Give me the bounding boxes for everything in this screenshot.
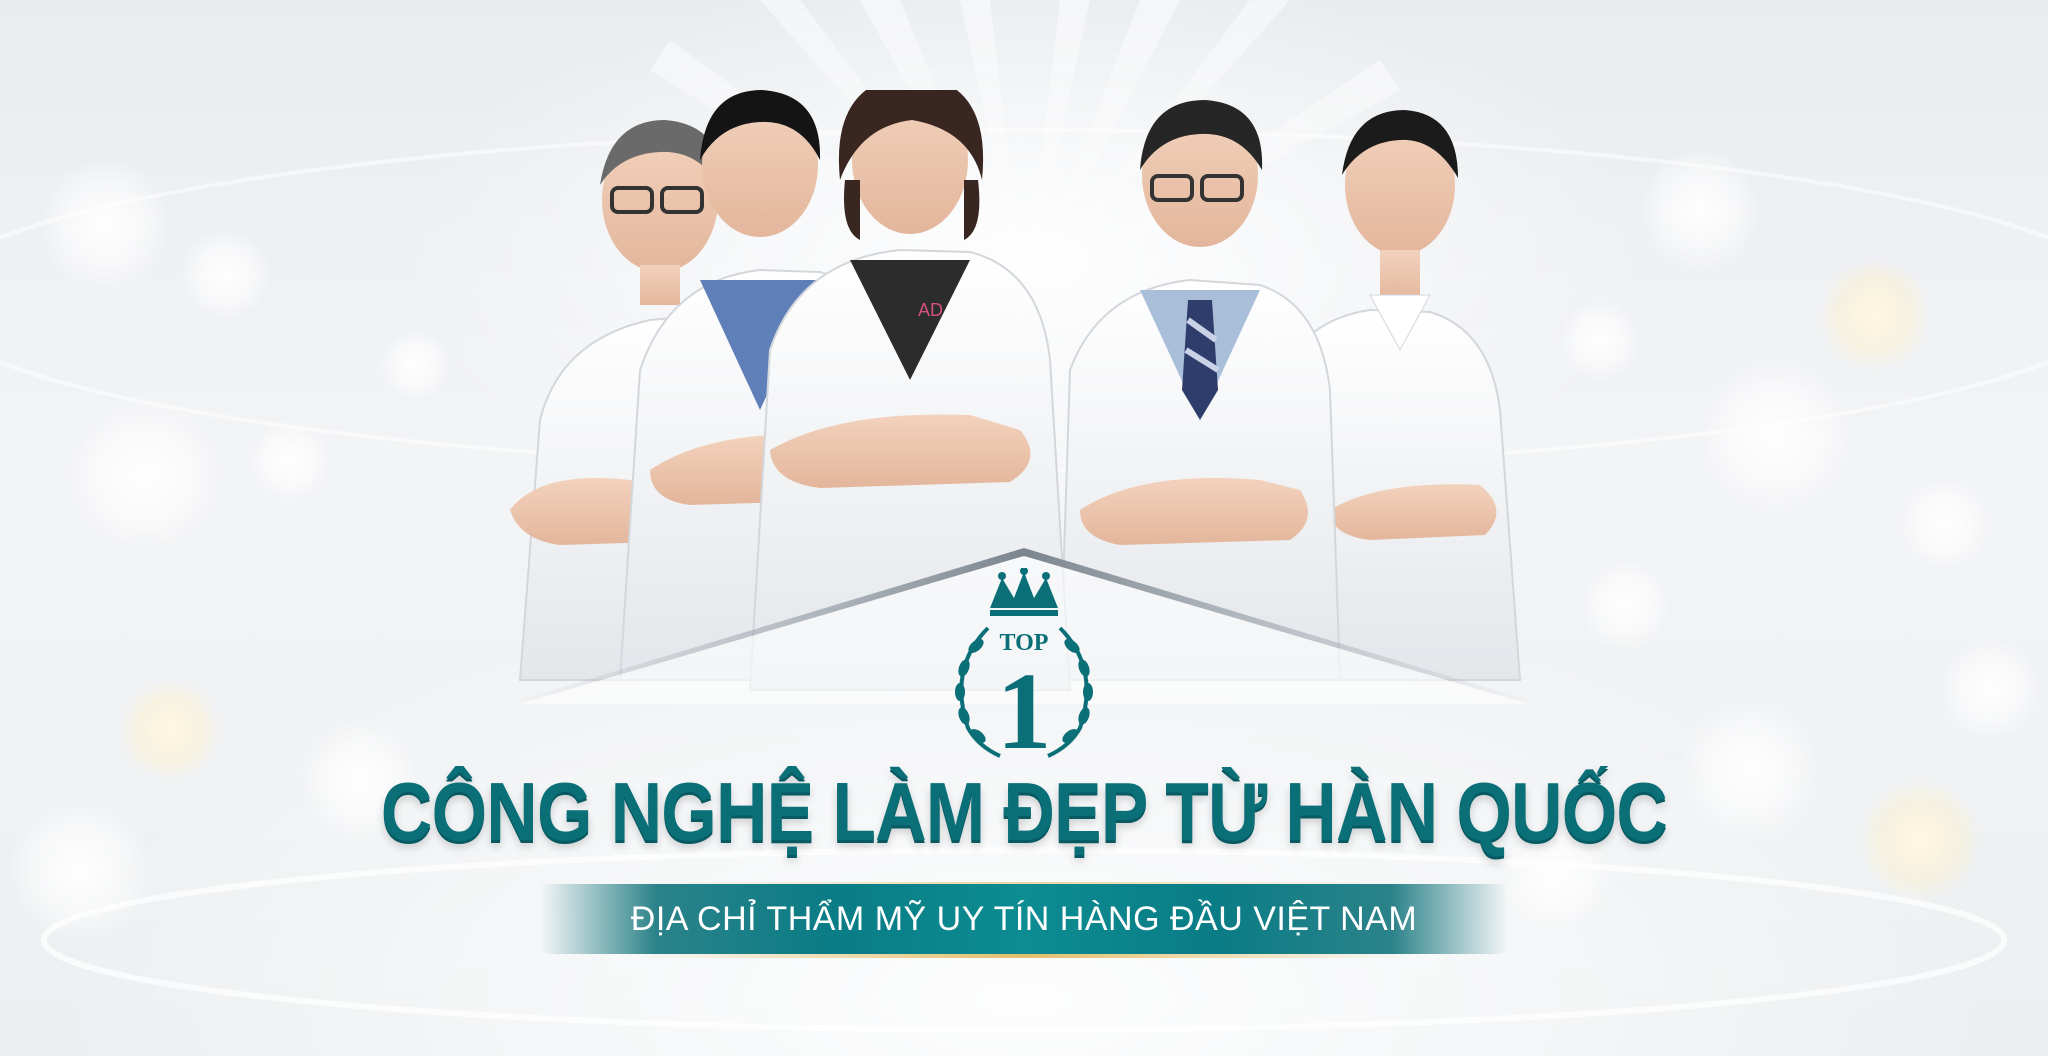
headline: CÔNG NGHỆ LÀM ĐẸP TỪ HÀN QUỐC <box>380 765 1668 858</box>
emblem-rank: 1 <box>997 650 1052 768</box>
ribbon-gold-line <box>640 954 1408 958</box>
hero-banner: AD TOP 1 CÔNG NGHỆ LÀM ĐẸP TỪ HÀN QUỐC Đ… <box>0 0 2048 1056</box>
top-1-emblem: TOP 1 <box>955 568 1093 768</box>
subheadline: ĐỊA CHỈ THẨM MỸ UY TÍN HÀNG ĐẦU VIỆT NAM <box>630 900 1418 938</box>
crown-icon <box>990 568 1058 616</box>
